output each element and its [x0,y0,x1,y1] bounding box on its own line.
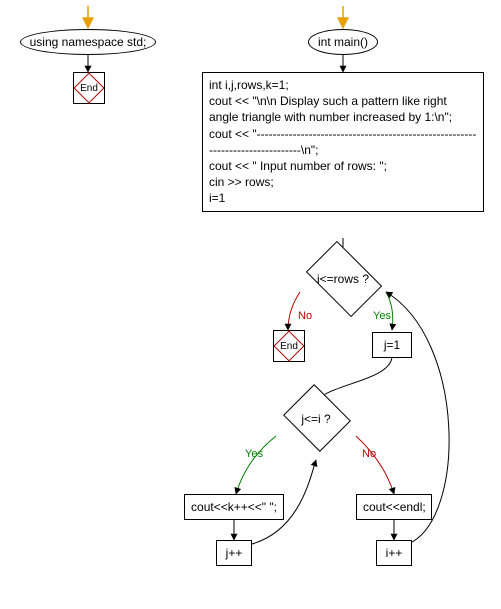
edge-yes-1: Yes [373,310,391,322]
using-namespace-start: using namespace std; [20,29,156,55]
condition-j-le-i-label: j<=i ? [279,412,353,426]
edge-no-2: No [362,448,376,460]
edge-no-1: No [298,310,312,322]
condition-i-le-rows-label: i<=rows ? [296,272,390,286]
stmt-inc-i: i++ [376,540,412,566]
stmt-inc-j: j++ [216,540,252,566]
stmt-print-k: cout<<k++<<" "; [184,494,284,520]
end-terminal-left: End [73,72,105,104]
assign-j: j=1 [372,332,412,358]
end-terminal-main: End [273,330,305,362]
end-label-main: End [274,331,304,361]
stmt-print-endl: cout<<endl; [356,494,432,520]
edge-yes-2: Yes [245,448,263,460]
end-label-left: End [74,73,104,103]
init-body-block: int i,j,rows,k=1; cout << "\n\n Display … [202,72,484,212]
main-start: int main() [308,29,378,55]
flowchart-canvas: using namespace std; End int main() int … [0,0,501,609]
